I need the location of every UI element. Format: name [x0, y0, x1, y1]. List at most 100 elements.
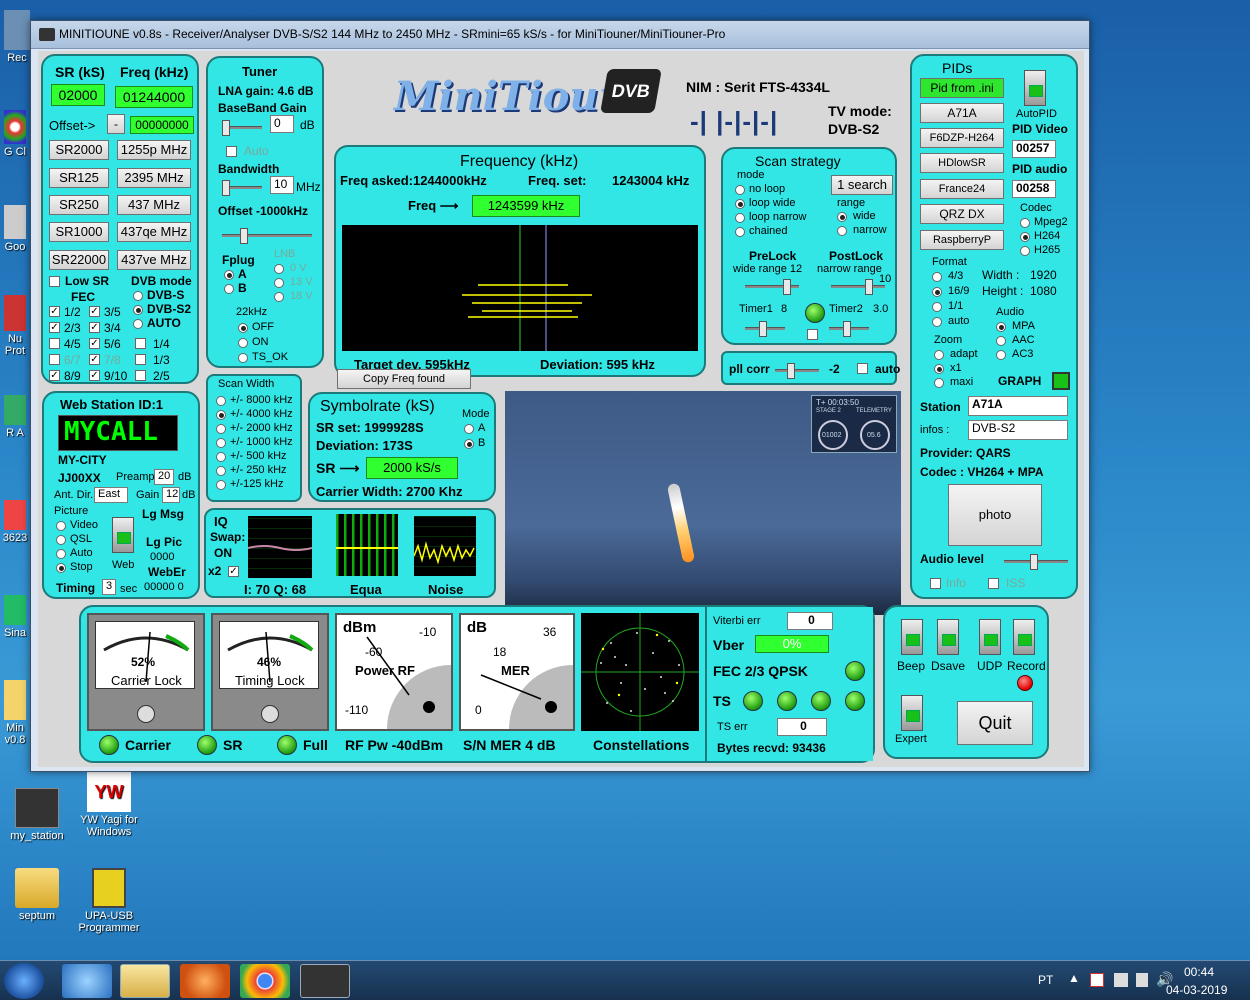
desktop-icon-nu[interactable]: Nu Prot [0, 295, 30, 357]
pll-auto-checkbox[interactable] [857, 363, 868, 374]
sr-input[interactable]: 02000 [51, 84, 105, 106]
fplug-b-radio[interactable] [224, 284, 234, 294]
sr2000-button[interactable]: SR2000 [49, 140, 109, 160]
dvb-s2-radio[interactable] [133, 305, 143, 315]
no-loop-radio[interactable] [735, 185, 745, 195]
offset-sign-button[interactable]: - [107, 114, 125, 134]
desktop-icon-my-station[interactable]: my_station [2, 788, 72, 842]
desktop-icon-gcl[interactable]: G Cl [0, 110, 30, 158]
preset-f6dzp-button[interactable]: F6DZP-H264 [920, 128, 1004, 148]
one-search-button[interactable]: 1 search [831, 175, 893, 195]
sw-4000-radio[interactable] [216, 410, 226, 420]
taskbar-ie-icon[interactable] [62, 964, 112, 998]
pll-corr-slider[interactable] [775, 363, 819, 379]
mode-b-radio[interactable] [464, 439, 474, 449]
fec-8-9-checkbox[interactable]: ✓ [49, 370, 60, 381]
preset-a71a-button[interactable]: A71A [920, 103, 1004, 123]
desktop-icon-3623[interactable]: 3623 [0, 500, 30, 544]
prelock-slider[interactable] [745, 279, 799, 295]
sr125-button[interactable]: SR125 [49, 168, 109, 188]
auto-gain-checkbox[interactable] [226, 146, 237, 157]
lnb-18v-radio[interactable] [274, 292, 284, 302]
infos-input[interactable]: DVB-S2 [968, 420, 1068, 440]
loop-wide-radio[interactable] [735, 199, 745, 209]
tuner-offset-slider[interactable] [222, 228, 312, 244]
video-display[interactable]: T+ 00:03:50 STAGE 2 TELEMETRY 01002 05.6 [505, 391, 901, 615]
format-4-3-radio[interactable] [932, 272, 942, 282]
baseband-gain-input[interactable]: 0 [270, 115, 294, 133]
clock-time[interactable]: 00:44 [1184, 965, 1214, 979]
carrier-lock-knob[interactable] [137, 705, 155, 723]
taskbar-explorer-icon[interactable] [120, 964, 170, 998]
scan-checkbox[interactable] [807, 329, 818, 340]
sr22000-button[interactable]: SR22000 [49, 250, 109, 270]
quit-button[interactable]: Quit [957, 701, 1033, 745]
sw-250-radio[interactable] [216, 466, 226, 476]
loop-narrow-radio[interactable] [735, 213, 745, 223]
fec-5-6-checkbox[interactable]: ✓ [89, 338, 100, 349]
spectrum-display[interactable] [342, 225, 698, 351]
preset-hdlowsr-button[interactable]: HDlowSR [920, 153, 1004, 173]
tray-flag-icon[interactable] [1090, 973, 1104, 987]
range-wide-radio[interactable] [837, 212, 847, 222]
gain-input[interactable]: 12 [162, 487, 180, 503]
desktop-icon-goo[interactable]: Goo [0, 205, 30, 253]
freq-437qe-button[interactable]: 437qe MHz [117, 222, 191, 242]
freq-1255p-button[interactable]: 1255p MHz [117, 140, 191, 160]
timing-input[interactable]: 3 [102, 579, 116, 595]
desktop-icon-septum[interactable]: septum [2, 868, 72, 922]
taskbar-minitioune-icon[interactable] [300, 964, 350, 998]
postlock-slider[interactable] [831, 279, 885, 295]
codec-mpeg2-radio[interactable] [1020, 218, 1030, 228]
sr1000-button[interactable]: SR1000 [49, 222, 109, 242]
freq-2395-button[interactable]: 2395 MHz [117, 168, 191, 188]
zoom-adapt-radio[interactable] [934, 350, 944, 360]
22khz-tsok-radio[interactable] [238, 353, 248, 363]
graph-toggle[interactable] [1052, 372, 1070, 390]
picture-auto-radio[interactable] [56, 549, 66, 559]
x2-checkbox[interactable]: ✓ [228, 566, 239, 577]
fplug-a-radio[interactable] [224, 270, 234, 280]
photo-button[interactable]: photo [948, 484, 1042, 546]
format-auto-radio[interactable] [932, 317, 942, 327]
audio-aac-radio[interactable] [996, 336, 1006, 346]
bandwidth-slider[interactable] [222, 180, 262, 196]
picture-qsl-radio[interactable] [56, 535, 66, 545]
fec-2-3-checkbox[interactable]: ✓ [49, 322, 60, 333]
preset-qrzdx-button[interactable]: QRZ DX [920, 204, 1004, 224]
station-input[interactable]: A71A [968, 396, 1068, 416]
picture-stop-radio[interactable] [56, 563, 66, 573]
expert-switch[interactable] [901, 695, 923, 731]
language-indicator[interactable]: PT [1038, 973, 1053, 987]
fec-1-4-checkbox[interactable] [135, 338, 146, 349]
range-narrow-radio[interactable] [837, 226, 847, 236]
preset-france24-button[interactable]: France24 [920, 179, 1004, 199]
fec-7-8-checkbox[interactable]: ✓ [89, 354, 100, 365]
pid-from-ini-button[interactable]: Pid from .ini [920, 78, 1004, 98]
lnb-13v-radio[interactable] [274, 278, 284, 288]
freq-input[interactable]: 01244000 [115, 86, 193, 108]
freq-437ve-button[interactable]: 437ve MHz [117, 250, 191, 270]
autopid-switch[interactable] [1024, 70, 1046, 106]
fec-3-5-checkbox[interactable]: ✓ [89, 306, 100, 317]
mode-a-radio[interactable] [464, 424, 474, 434]
22khz-on-radio[interactable] [238, 338, 248, 348]
start-button[interactable] [4, 963, 44, 999]
fec-9-10-checkbox[interactable]: ✓ [89, 370, 100, 381]
timer1-slider[interactable] [745, 321, 785, 337]
sw-125-radio[interactable] [216, 480, 226, 490]
desktop-icon-rec[interactable]: Rec [0, 10, 34, 64]
fec-1-3-checkbox[interactable] [135, 354, 146, 365]
pid-video-input[interactable]: 00257 [1012, 140, 1056, 158]
lnb-0v-radio[interactable] [274, 264, 284, 274]
22khz-off-radio[interactable] [238, 323, 248, 333]
fec-1-2-checkbox[interactable]: ✓ [49, 306, 60, 317]
audio-ac3-radio[interactable] [996, 350, 1006, 360]
taskbar-media-icon[interactable] [180, 964, 230, 998]
sw-500-radio[interactable] [216, 452, 226, 462]
window-titlebar[interactable]: MINITIOUNE v0.8s - Receiver/Analyser DVB… [31, 21, 1089, 49]
pid-audio-input[interactable]: 00258 [1012, 180, 1056, 198]
desktop-icon-sina[interactable]: Sina [0, 595, 30, 639]
preamp-input[interactable]: 20 [154, 469, 174, 485]
bandwidth-input[interactable]: 10 [270, 176, 294, 194]
